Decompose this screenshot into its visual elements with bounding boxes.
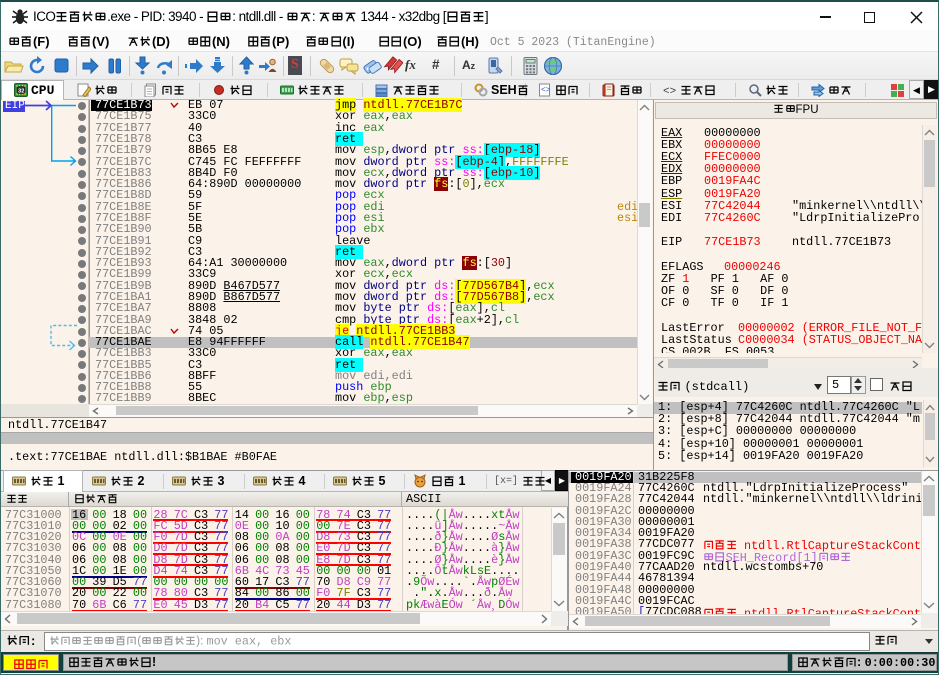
svg-text:<>: <>	[663, 86, 676, 97]
svg-text:32: 32	[18, 88, 24, 94]
svg-text:<>: <>	[541, 86, 551, 95]
